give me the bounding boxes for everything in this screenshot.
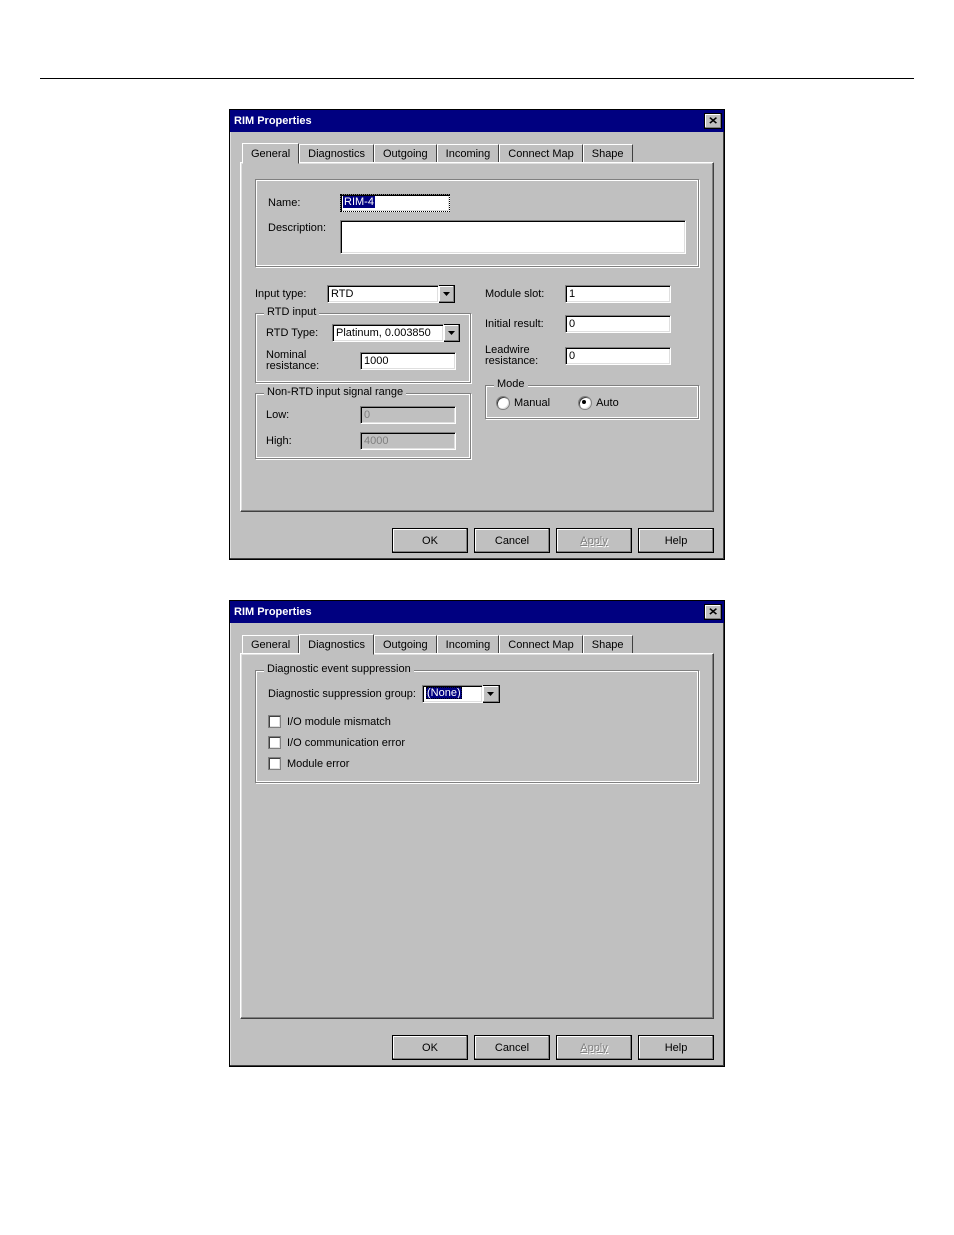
non-rtd-legend: Non-RTD input signal range — [264, 386, 406, 398]
tab-outgoing[interactable]: Outgoing — [374, 144, 437, 163]
radio-icon — [496, 396, 510, 410]
close-icon[interactable]: ✕ — [704, 113, 722, 129]
tab-panel-general: Name: RIM-4 Description: — [240, 162, 714, 512]
mode-legend: Mode — [494, 378, 528, 390]
tab-diagnostics[interactable]: Diagnostics — [299, 634, 374, 655]
cancel-button[interactable]: Cancel — [474, 528, 550, 553]
checkbox-icon — [268, 757, 281, 770]
title-bar[interactable]: RIM Properties ✕ — [230, 601, 724, 623]
help-button[interactable]: Help — [638, 1035, 714, 1060]
leadwire-label: Leadwire resistance: — [485, 345, 565, 367]
window-title: RIM Properties — [234, 115, 312, 127]
client-area: General Diagnostics Outgoing Incoming Co… — [230, 132, 724, 520]
tab-strip: General Diagnostics Outgoing Incoming Co… — [240, 633, 714, 654]
ok-button[interactable]: OK — [392, 1035, 468, 1060]
initial-result-input[interactable] — [565, 315, 671, 333]
rtd-type-label: RTD Type: — [266, 327, 332, 339]
module-slot-label: Module slot: — [485, 288, 565, 300]
rim-properties-dialog-general: RIM Properties ✕ General Diagnostics Out… — [229, 109, 725, 560]
top-rule — [40, 78, 914, 79]
non-rtd-low-label: Low: — [266, 409, 360, 421]
apply-button: Apply — [556, 528, 632, 553]
help-button[interactable]: Help — [638, 528, 714, 553]
mode-manual-radio[interactable]: Manual — [496, 396, 550, 410]
rtd-type-select[interactable] — [332, 324, 444, 342]
chevron-down-icon[interactable] — [444, 324, 460, 342]
checkbox-icon — [268, 715, 281, 728]
ok-button[interactable]: OK — [392, 528, 468, 553]
io-communication-error-checkbox[interactable]: I/O communication error — [268, 736, 686, 749]
nominal-resistance-input[interactable] — [360, 352, 456, 370]
initial-result-label: Initial result: — [485, 318, 565, 330]
leadwire-input[interactable] — [565, 347, 671, 365]
chevron-down-icon[interactable] — [483, 685, 500, 703]
tab-general[interactable]: General — [242, 635, 299, 654]
dialog-button-row: OK Cancel Apply Help — [230, 1027, 724, 1066]
tab-strip: General Diagnostics Outgoing Incoming Co… — [240, 142, 714, 163]
chevron-down-icon[interactable] — [439, 285, 455, 303]
title-bar[interactable]: RIM Properties ✕ — [230, 110, 724, 132]
non-rtd-high-label: High: — [266, 435, 360, 447]
tab-outgoing[interactable]: Outgoing — [374, 635, 437, 654]
name-input[interactable] — [340, 194, 450, 212]
non-rtd-low-input — [360, 406, 456, 424]
nominal-resistance-label: Nominal resistance: — [266, 350, 332, 372]
tab-general[interactable]: General — [242, 143, 299, 164]
close-icon[interactable]: ✕ — [704, 604, 722, 620]
module-slot-input[interactable] — [565, 285, 671, 303]
cancel-button[interactable]: Cancel — [474, 1035, 550, 1060]
diag-group-select[interactable]: (None) — [422, 685, 483, 703]
client-area: General Diagnostics Outgoing Incoming Co… — [230, 623, 724, 1027]
input-type-label: Input type: — [255, 288, 327, 300]
tab-incoming[interactable]: Incoming — [437, 635, 500, 654]
apply-button: Apply — [556, 1035, 632, 1060]
rtd-input-legend: RTD input — [264, 306, 319, 318]
io-module-mismatch-checkbox[interactable]: I/O module mismatch — [268, 715, 686, 728]
radio-icon — [578, 396, 592, 410]
tab-connect-map[interactable]: Connect Map — [499, 144, 582, 163]
window-title: RIM Properties — [234, 606, 312, 618]
tab-diagnostics[interactable]: Diagnostics — [299, 144, 374, 163]
tab-shape[interactable]: Shape — [583, 144, 633, 163]
diag-suppression-legend: Diagnostic event suppression — [264, 663, 414, 675]
tab-panel-diagnostics: Diagnostic event suppression Diagnostic … — [240, 653, 714, 1019]
tab-incoming[interactable]: Incoming — [437, 144, 500, 163]
rim-properties-dialog-diagnostics: RIM Properties ✕ General Diagnostics Out… — [229, 600, 725, 1067]
page: RIM Properties ✕ General Diagnostics Out… — [0, 0, 954, 1067]
input-type-select[interactable] — [327, 285, 439, 303]
description-input[interactable] — [340, 220, 686, 254]
non-rtd-high-input — [360, 432, 456, 450]
diag-group-label: Diagnostic suppression group: — [268, 688, 416, 700]
mode-auto-radio[interactable]: Auto — [578, 396, 619, 410]
tab-shape[interactable]: Shape — [583, 635, 633, 654]
tab-connect-map[interactable]: Connect Map — [499, 635, 582, 654]
name-label: Name: — [268, 197, 340, 209]
description-label: Description: — [268, 220, 340, 234]
module-error-checkbox[interactable]: Module error — [268, 757, 686, 770]
dialog-button-row: OK Cancel Apply Help — [230, 520, 724, 559]
checkbox-icon — [268, 736, 281, 749]
